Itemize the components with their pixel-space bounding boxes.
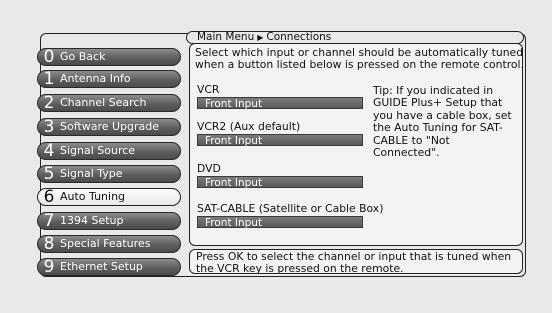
menu-item-channel-search[interactable]: 2 Channel Search — [37, 94, 181, 112]
menu-item-auto-tuning[interactable]: 6 Auto Tuning — [37, 188, 181, 206]
menu-item-label: Ethernet Setup — [60, 260, 143, 273]
menu-item-antenna-info[interactable]: 1 Antenna Info — [37, 70, 181, 88]
menu-item-label: 1394 Setup — [60, 214, 124, 227]
menu-item-label: Channel Search — [60, 96, 147, 109]
menu-item-number: 2 — [43, 93, 55, 113]
field-label-vcr2: VCR2 (Aux default) — [197, 120, 301, 133]
menu-item-number: 6 — [43, 187, 55, 207]
field-label-vcr: VCR — [197, 83, 220, 96]
right-arrow-icon: ▶ — [257, 33, 264, 42]
menu-item-number: 7 — [43, 211, 55, 231]
field-value-vcr[interactable]: Front Input — [197, 97, 363, 110]
field-label-dvd: DVD — [197, 162, 221, 175]
menu-item-go-back[interactable]: 0 Go Back — [37, 48, 181, 66]
menu-item-label: Auto Tuning — [60, 190, 126, 203]
menu-item-label: Signal Source — [60, 144, 136, 157]
menu-item-1394-setup[interactable]: 7 1394 Setup — [37, 212, 181, 230]
field-label-sat-cable: SAT-CABLE (Satellite or Cable Box) — [197, 202, 384, 215]
menu-item-label: Go Back — [60, 50, 106, 63]
field-value-sat-cable[interactable]: Front Input — [197, 216, 363, 229]
tip-text: Tip: If you indicated in GUIDE Plus+ Set… — [373, 84, 512, 160]
menu-item-label: Special Features — [60, 237, 151, 250]
field-value-dvd[interactable]: Front Input — [197, 176, 363, 189]
breadcrumb-root: Main Menu — [197, 31, 255, 43]
menu-item-label: Signal Type — [60, 167, 123, 180]
menu-item-special-features[interactable]: 8 Special Features — [37, 235, 181, 253]
menu-item-label: Software Upgrade — [60, 120, 160, 133]
menu-item-number: 8 — [43, 234, 55, 254]
menu-item-ethernet-setup[interactable]: 9 Ethernet Setup — [37, 258, 181, 276]
menu-item-number: 4 — [43, 141, 55, 161]
menu-item-number: 1 — [43, 69, 55, 89]
menu-item-signal-type[interactable]: 5 Signal Type — [37, 165, 181, 183]
help-text: Press OK to select the channel or input … — [189, 249, 523, 274]
menu-item-signal-source[interactable]: 4 Signal Source — [37, 142, 181, 160]
menu-item-number: 9 — [43, 257, 55, 277]
menu-item-number: 5 — [43, 164, 55, 184]
menu-item-software-upgrade[interactable]: 3 Software Upgrade — [37, 118, 181, 136]
intro-text: Select which input or channel should be … — [195, 46, 524, 71]
tv-screen: Main Menu ▶ Connections 0 Go Back 1 Antenn… — [0, 0, 552, 313]
menu-item-number: 3 — [43, 117, 55, 137]
menu-item-number: 0 — [43, 47, 55, 67]
field-value-vcr2[interactable]: Front Input — [197, 134, 363, 147]
menu-item-label: Antenna Info — [60, 72, 131, 85]
breadcrumb-current: Connections — [266, 31, 332, 43]
